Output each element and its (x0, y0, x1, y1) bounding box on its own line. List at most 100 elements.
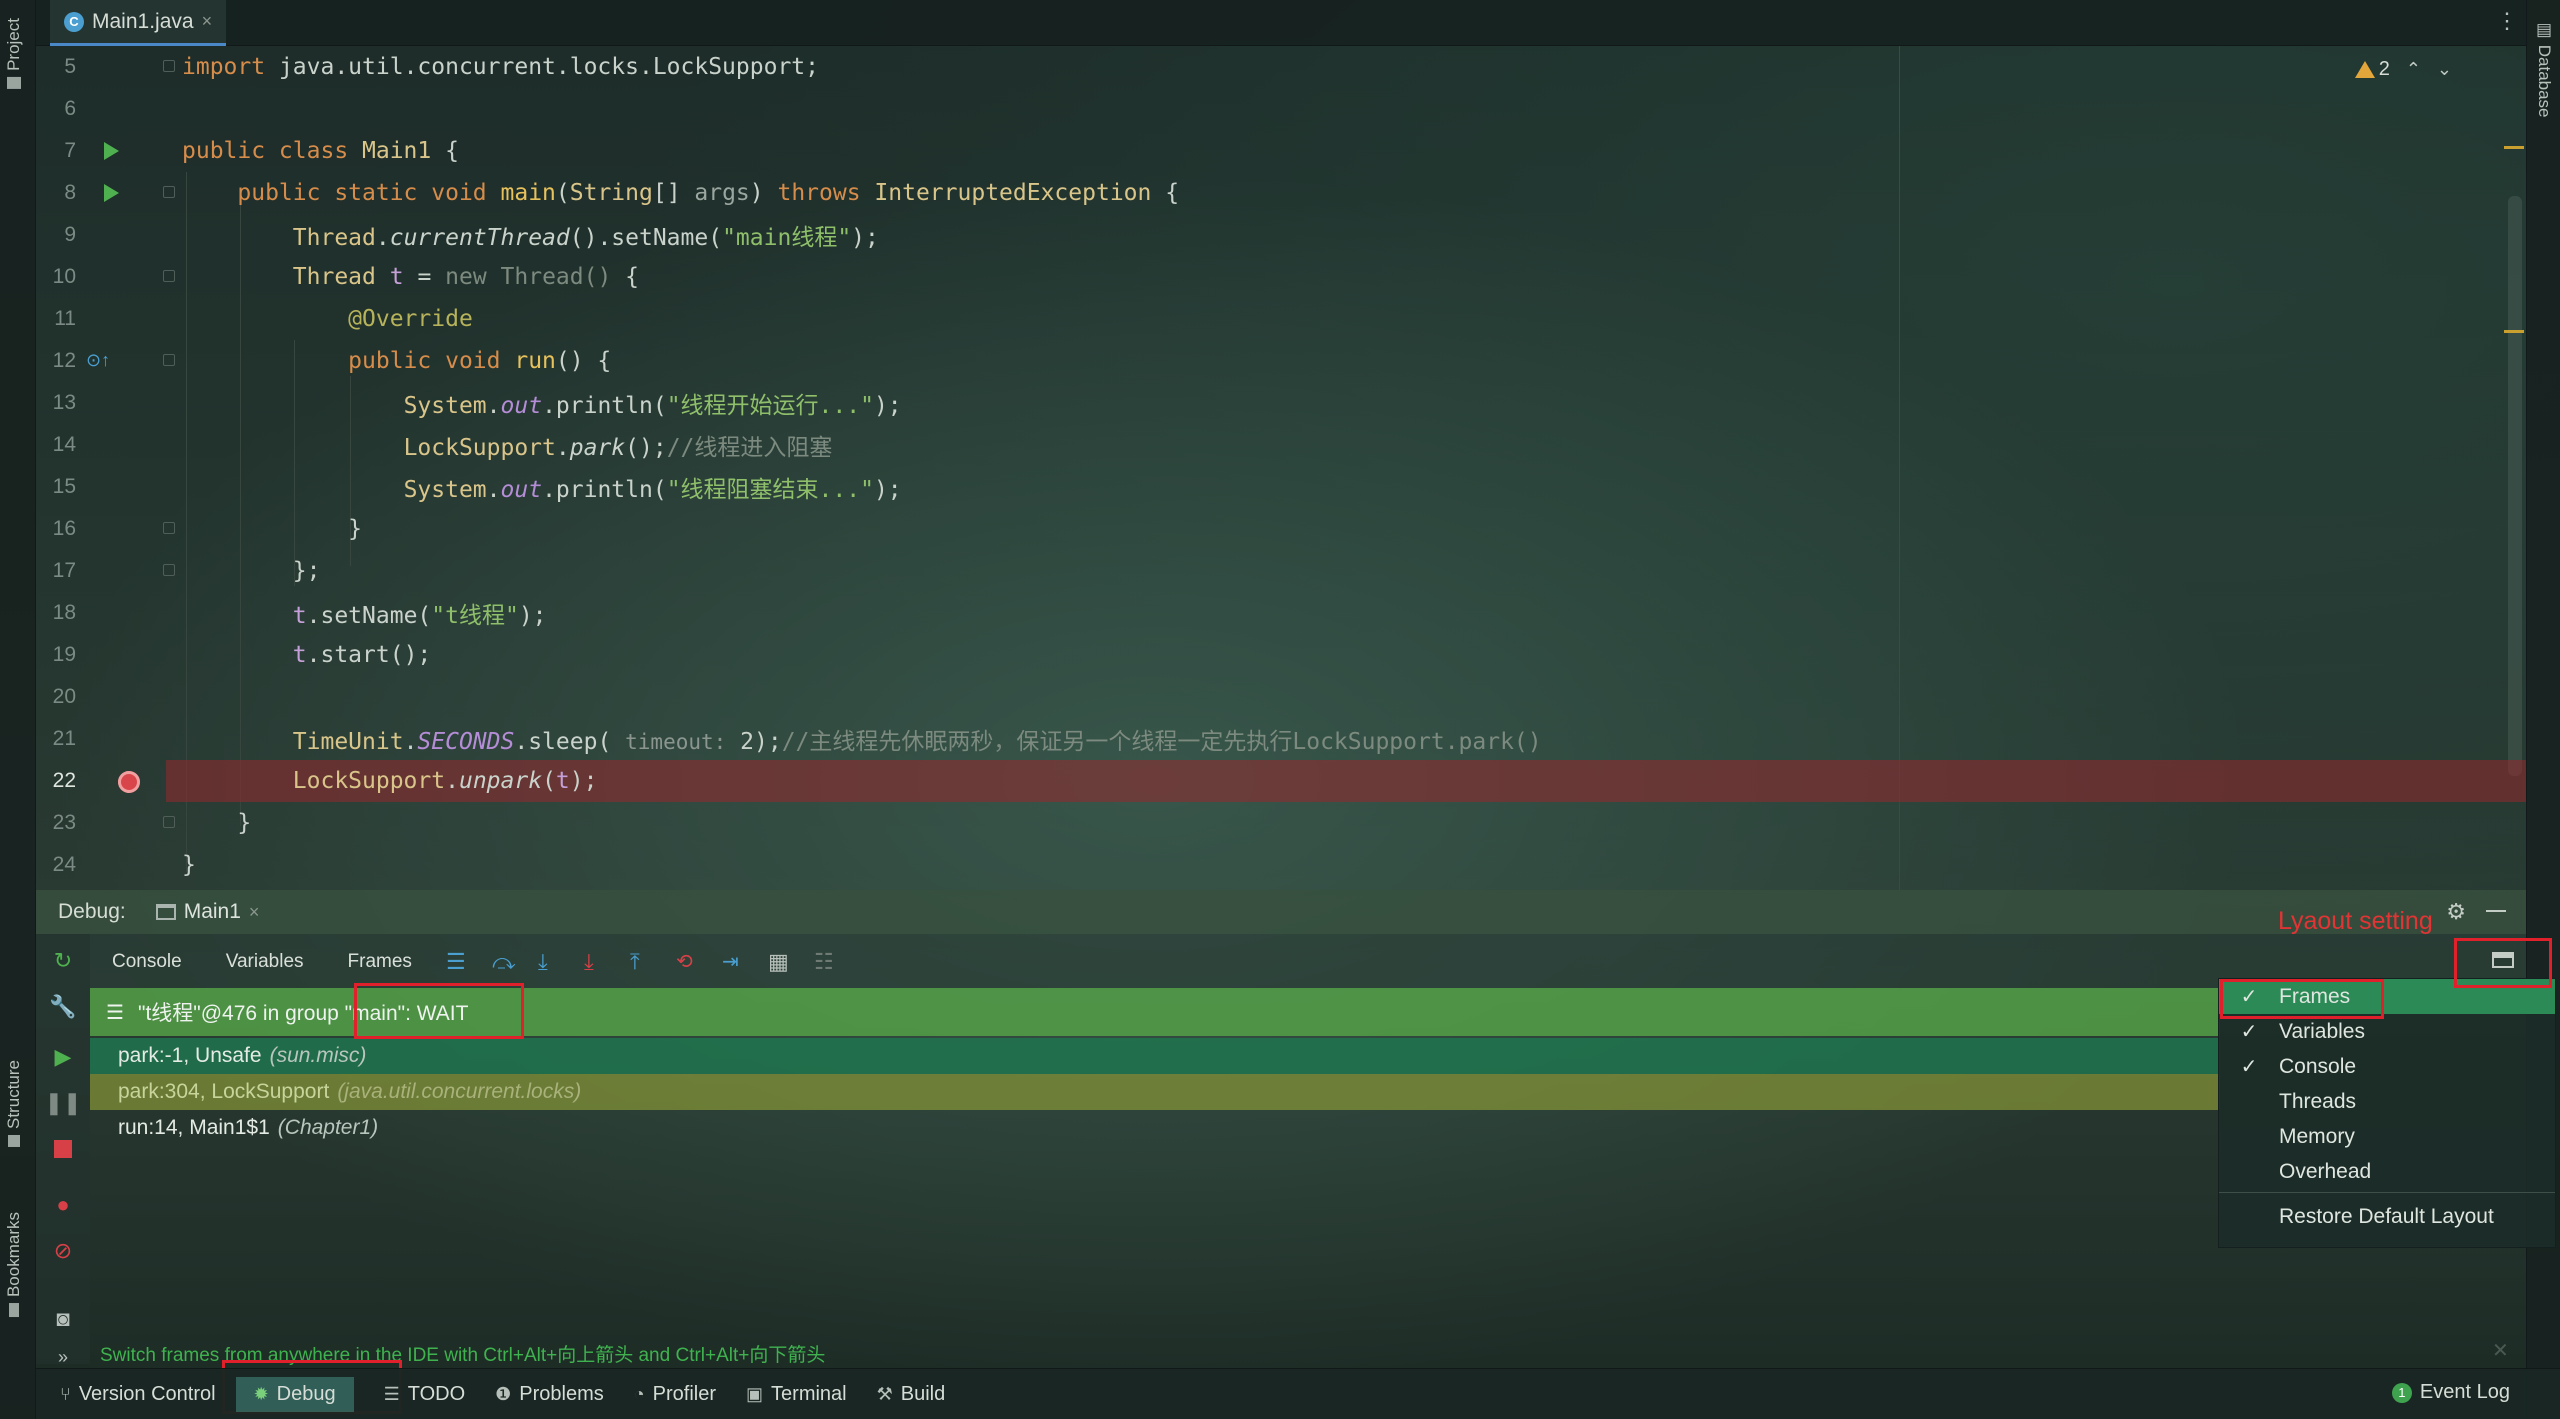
step-over-icon[interactable]: ⤼ (492, 951, 516, 973)
terminal-tab[interactable]: ▣ Terminal (746, 1383, 847, 1406)
menu-item-threads[interactable]: Threads (2219, 1084, 2555, 1119)
line-number: 22 (52, 769, 76, 792)
camera-icon[interactable]: ◙ (50, 1306, 76, 1332)
code-line[interactable]: 10 Thread t = new Thread() { (36, 256, 2526, 298)
override-gutter-icon[interactable]: ⊙↑ (86, 350, 110, 371)
line-number: 24 (52, 853, 76, 876)
menu-item-console[interactable]: ✓ Console (2219, 1049, 2555, 1084)
drop-frame-icon[interactable]: ⟲ (676, 951, 698, 973)
run-gutter-icon[interactable] (104, 184, 119, 202)
code-line[interactable]: 20 (36, 676, 2526, 718)
code-line[interactable]: 18 t.setName("t线程"); (36, 592, 2526, 634)
menu-item-label: Memory (2279, 1124, 2355, 1148)
code-text: } (182, 852, 196, 878)
code-line[interactable]: 13 System.out.println("线程开始运行..."); (36, 382, 2526, 424)
fold-icon[interactable] (163, 270, 175, 282)
fold-icon[interactable] (163, 60, 175, 72)
code-line[interactable]: 11 @Override (36, 298, 2526, 340)
menu-item-memory[interactable]: Memory (2219, 1119, 2555, 1154)
breakpoint-icon[interactable] (118, 771, 140, 793)
code-line[interactable]: 6 (36, 88, 2526, 130)
code-text: System.out.println("线程开始运行..."); (403, 393, 902, 419)
code-line[interactable]: 7 public class Main1 { (36, 130, 2526, 172)
close-hint-icon[interactable]: ✕ (2492, 1338, 2509, 1363)
problems-tab[interactable]: ❶ Problems (495, 1383, 604, 1406)
bookmarks-tool-tab[interactable]: Bookmarks (4, 1212, 24, 1318)
build-tab[interactable]: ⚒ Build (877, 1383, 946, 1406)
evaluate-expression-icon[interactable]: ▦ (768, 951, 790, 973)
thread-list-icon: ☰ (106, 1001, 124, 1024)
show-execution-point-icon[interactable]: ☰ (446, 951, 468, 973)
stack-frame[interactable]: park:304, LockSupport (java.util.concurr… (90, 1074, 2220, 1110)
debug-session-tab[interactable]: Main1 × (155, 900, 260, 924)
step-out-icon[interactable]: ⤒ (630, 951, 652, 973)
check-icon: ✓ (2240, 1021, 2258, 1043)
view-breakpoints-icon[interactable]: ● (50, 1192, 76, 1218)
code-line[interactable]: 19 t.start(); (36, 634, 2526, 676)
close-session-icon[interactable]: × (249, 902, 260, 923)
branch-icon: ⑂ (60, 1383, 71, 1404)
tab-frames[interactable]: Frames (326, 951, 434, 973)
code-line[interactable]: 24 } (36, 844, 2526, 886)
run-gutter-icon[interactable] (104, 142, 119, 160)
code-line[interactable]: 16 } (36, 508, 2526, 550)
code-text: } (182, 810, 252, 836)
tab-label: Build (900, 1382, 946, 1405)
frame-package: (Chapter1) (277, 1116, 379, 1139)
fold-icon[interactable] (163, 354, 175, 366)
code-line[interactable]: 17 }; (36, 550, 2526, 592)
code-text: }; (182, 558, 321, 584)
database-tool-tab[interactable]: ▤ Database (2534, 20, 2554, 118)
resume-icon[interactable]: ▶ (50, 1044, 76, 1070)
run-to-cursor-icon[interactable]: ⇥ (722, 951, 744, 973)
trace-stream-icon[interactable]: ☷ (814, 951, 836, 973)
code-line[interactable]: 8 public static void main(String[] args)… (36, 172, 2526, 214)
code-line[interactable]: 15 System.out.println("线程阻塞结束..."); (36, 466, 2526, 508)
fold-icon[interactable] (163, 522, 175, 534)
frame-name: park:304, LockSupport (118, 1080, 330, 1103)
menu-item-variables[interactable]: ✓ Variables (2219, 1014, 2555, 1049)
menu-item-label: Variables (2279, 1019, 2365, 1043)
debug-title: Debug: (58, 900, 126, 923)
gear-icon[interactable]: ⚙ (2446, 899, 2466, 925)
todo-tab[interactable]: ☰ TODO (384, 1383, 466, 1406)
tab-console[interactable]: Console (90, 951, 204, 973)
code-line[interactable]: 14 LockSupport.park();//线程进入阻塞 (36, 424, 2526, 466)
force-step-into-icon[interactable]: ⤓ (584, 951, 606, 973)
pause-icon[interactable]: ❚❚ (45, 1090, 82, 1116)
step-into-icon[interactable]: ⤓ (538, 951, 560, 973)
code-editor[interactable]: 2 ⌃ ⌄ 5 import java.util.concurrent.lock… (36, 46, 2526, 890)
rerun-icon[interactable]: ↻ (50, 948, 76, 974)
code-text: Thread t = new Thread() { (292, 264, 640, 290)
stack-frame[interactable]: park:-1, Unsafe (sun.misc) (90, 1038, 2220, 1074)
fold-icon[interactable] (163, 564, 175, 576)
bug-icon: ✹ (253, 1383, 269, 1404)
editor-tab-main1[interactable]: C Main1.java × (50, 0, 227, 46)
more-actions-icon[interactable]: » (50, 1344, 76, 1370)
close-tab-icon[interactable]: × (202, 11, 213, 32)
stop-icon[interactable] (50, 1136, 76, 1162)
structure-tool-tab[interactable]: Structure (4, 1060, 24, 1147)
debug-tab[interactable]: ✹ Debug (235, 1376, 354, 1412)
code-line[interactable]: 9 Thread.currentThread().setName("main线程… (36, 214, 2526, 256)
mute-breakpoints-icon[interactable]: ⊘ (50, 1238, 76, 1264)
code-line[interactable]: 23 } (36, 802, 2526, 844)
project-tool-tab[interactable]: Project (4, 18, 24, 89)
menu-item-restore-default-layout[interactable]: Restore Default Layout (2219, 1199, 2555, 1234)
code-line-current[interactable]: 22 LockSupport.unpark(t); (36, 760, 2526, 802)
event-log-tab[interactable]: 1 Event Log (2391, 1381, 2510, 1404)
tab-variables[interactable]: Variables (204, 951, 326, 973)
menu-item-label: Console (2279, 1054, 2357, 1078)
profiler-tab[interactable]: ◔ Profiler (634, 1383, 716, 1406)
fold-icon[interactable] (163, 186, 175, 198)
fold-icon[interactable] (163, 816, 175, 828)
code-line[interactable]: 12 ⊙↑ public void run() { (36, 340, 2526, 382)
menu-item-overhead[interactable]: Overhead (2219, 1154, 2555, 1189)
version-control-tab[interactable]: ⑂ Version Control (60, 1383, 216, 1406)
wrench-icon[interactable]: 🔧 (49, 994, 76, 1020)
code-line[interactable]: 21 TimeUnit.SECONDS.sleep( timeout: 2);/… (36, 718, 2526, 760)
minimize-icon[interactable] (2486, 910, 2506, 912)
more-options-icon[interactable]: ⋮ (2496, 8, 2518, 34)
stack-frame[interactable]: run:14, Main1$1 (Chapter1) (90, 1110, 2220, 1146)
code-line[interactable]: 5 import java.util.concurrent.locks.Lock… (36, 46, 2526, 88)
